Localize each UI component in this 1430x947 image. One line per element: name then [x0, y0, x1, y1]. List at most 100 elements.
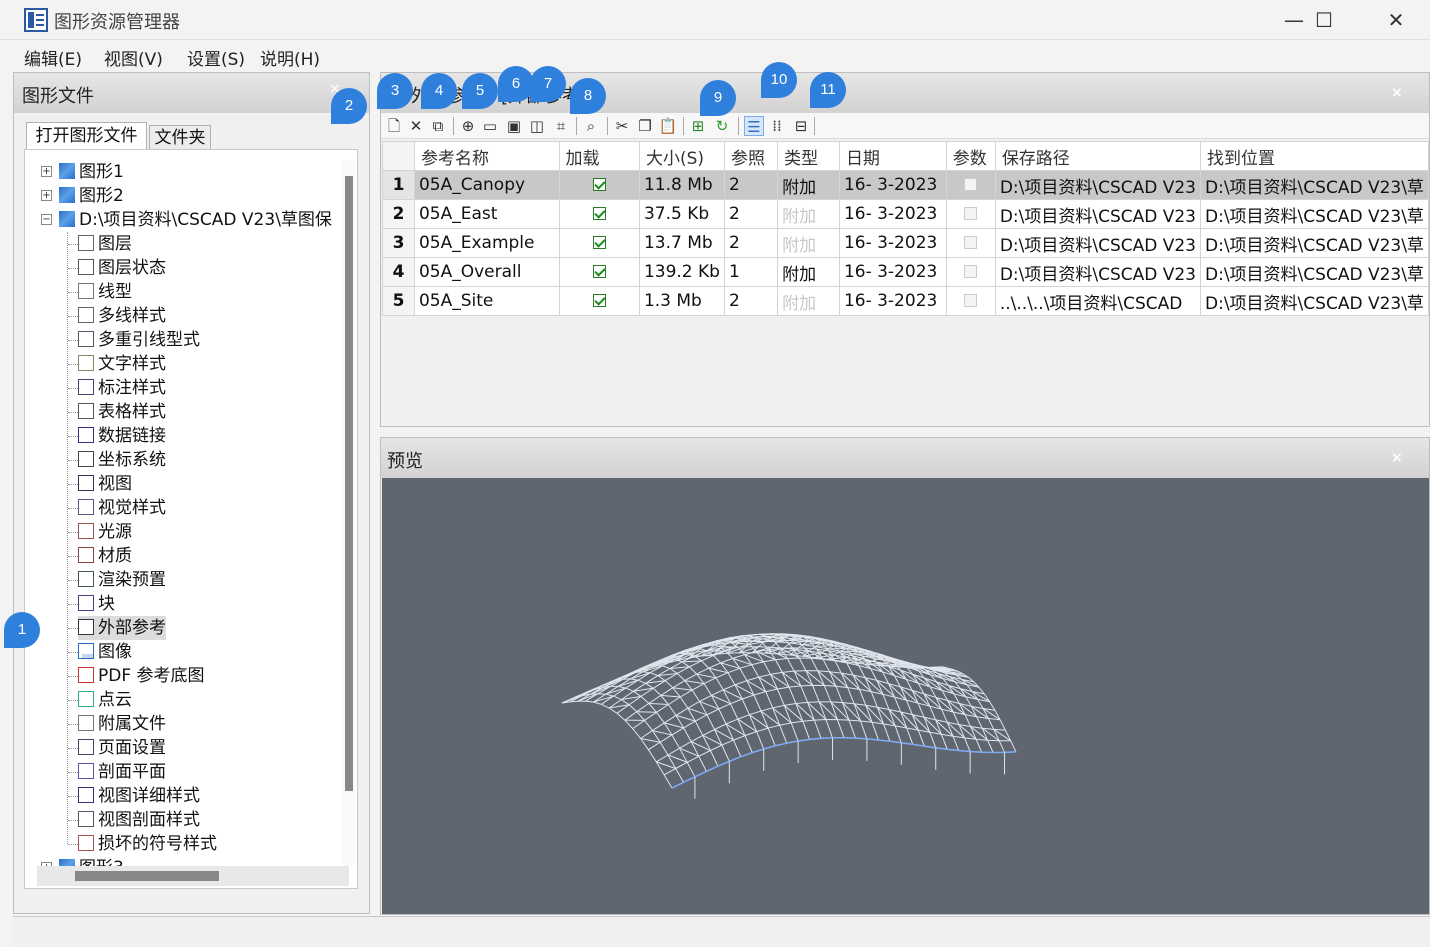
tab-folder[interactable]: 文件夹: [149, 125, 211, 150]
loaded-checkbox[interactable]: [592, 265, 606, 278]
xref-name-cell: 05A_Canopy: [413, 170, 560, 200]
column-header[interactable]: 类型: [777, 141, 840, 171]
tree-item-4[interactable]: 多线样式: [78, 304, 166, 328]
expand-toggle-icon[interactable]: +: [41, 166, 52, 177]
tree-item-10[interactable]: 坐标系统: [78, 448, 166, 472]
unload-icon[interactable]: ▭: [480, 116, 500, 136]
tree-item-22[interactable]: 页面设置: [78, 736, 166, 760]
loaded-checkbox[interactable]: [592, 178, 606, 191]
tree-item-21[interactable]: 附属文件: [78, 712, 166, 736]
panel-close-button[interactable]: ×: [1391, 450, 1403, 466]
new-icon[interactable]: 🗋: [384, 116, 404, 136]
preview-canvas[interactable]: [382, 478, 1429, 914]
menu-help[interactable]: 说明(H): [260, 45, 320, 70]
column-header[interactable]: 参考名称: [413, 141, 560, 171]
loaded-checkbox[interactable]: [592, 207, 606, 220]
list-view-icon[interactable]: ☰: [744, 116, 764, 136]
tree-label: 多线样式: [98, 306, 166, 326]
tree-item-17-icon: [78, 619, 94, 635]
params-checkbox[interactable]: [964, 207, 978, 220]
bind-icon[interactable]: ▣: [504, 116, 524, 136]
refresh-icon[interactable]: ↻: [712, 116, 732, 136]
tree-item-20[interactable]: 点云: [78, 688, 132, 712]
params-checkbox[interactable]: [964, 178, 978, 191]
cut-icon[interactable]: ✂: [612, 116, 632, 136]
expand-toggle-icon[interactable]: +: [41, 190, 52, 201]
tree-vertical-scrollbar[interactable]: [341, 160, 355, 866]
expand-toggle-icon[interactable]: −: [41, 214, 52, 225]
column-header[interactable]: 保存路径: [994, 141, 1202, 171]
tree-item-7[interactable]: 标注样式: [78, 376, 166, 400]
find-icon[interactable]: ⌕: [581, 116, 601, 136]
tree-horizontal-scrollbar[interactable]: [37, 866, 349, 886]
preview-panel: 预览 ×: [380, 437, 1430, 915]
tree-item-15-icon: [78, 571, 94, 587]
table-row[interactable]: 4 05A_Overall 139.2 Kb 1 附加 16- 3-2023 D:\项目资料…: [382, 257, 1429, 287]
drawing-node[interactable]: 图形3: [59, 856, 124, 866]
tab-open-drawings[interactable]: 打开图形文件: [26, 122, 147, 150]
size-cell: 37.5 Kb: [638, 199, 725, 229]
close-button[interactable]: ✕: [1366, 4, 1426, 36]
tree-label: 附属文件: [98, 714, 166, 734]
tree-item-13[interactable]: 光源: [78, 520, 132, 544]
tree-item-3[interactable]: 线型: [78, 280, 132, 304]
drawing-node[interactable]: 图形1: [59, 160, 124, 184]
tree-item-6[interactable]: 文字样式: [78, 352, 166, 376]
copy-icon[interactable]: ❐: [635, 116, 655, 136]
maximize-button[interactable]: ☐: [1294, 4, 1354, 36]
add-icon[interactable]: ⊞: [688, 116, 708, 136]
params-checkbox[interactable]: [964, 294, 978, 307]
tree-item-1[interactable]: 图层: [78, 232, 132, 256]
column-header[interactable]: 找到位置: [1200, 141, 1429, 171]
column-header[interactable]: 加载: [558, 141, 640, 171]
loaded-checkbox[interactable]: [592, 236, 606, 249]
delete-icon[interactable]: ✕: [406, 116, 426, 136]
table-row[interactable]: 3 05A_Example 13.7 Mb 2 附加 16- 3-2023 D:\项目资料\…: [382, 228, 1429, 258]
detach-icon[interactable]: ◫: [527, 116, 547, 136]
table-row[interactable]: 1 05A_Canopy 11.8 Mb 2 附加 16- 3-2023 D:\项目资料\C…: [382, 170, 1429, 200]
table-row[interactable]: 5 05A_Site 1.3 Mb 2 附加 16- 3-2023 ..\..\..\项目资…: [382, 286, 1429, 316]
tree-item-26[interactable]: 损坏的符号样式: [78, 832, 217, 856]
column-header[interactable]: 参照: [723, 141, 779, 171]
tree-item-18[interactable]: 图像: [78, 640, 132, 664]
open-xref-icon[interactable]: ⌗: [551, 116, 571, 136]
params-checkbox[interactable]: [964, 236, 978, 249]
panel-close-button[interactable]: ×: [1391, 85, 1403, 101]
tree-item-17[interactable]: 外部参考: [78, 616, 166, 640]
tree-item-19[interactable]: PDF 参考底图: [78, 664, 205, 688]
loaded-checkbox[interactable]: [592, 294, 606, 307]
paste-icon[interactable]: 📋: [658, 116, 678, 136]
tree-item-24[interactable]: 视图详细样式: [78, 784, 200, 808]
params-checkbox[interactable]: [964, 265, 978, 278]
copy-attach-icon[interactable]: ⧉: [428, 116, 448, 136]
callout-marker: 4: [421, 73, 457, 109]
icon-view-icon[interactable]: ⁞⁞: [767, 116, 787, 136]
tree-item-9[interactable]: 数据链接: [78, 424, 166, 448]
tree-item-24-icon: [78, 787, 94, 803]
tree-label: 视图详细样式: [98, 786, 200, 806]
table-row[interactable]: 2 05A_East 37.5 Kb 2 附加 16- 3-2023 D:\项目资料\CSC…: [382, 199, 1429, 229]
drawing-node[interactable]: D:\项目资料\CSCAD V23\草图保: [59, 208, 332, 232]
tree-item-16[interactable]: 块: [78, 592, 115, 616]
loaded-cell: [558, 286, 640, 316]
reload-icon[interactable]: ⊕: [458, 116, 478, 136]
menu-settings[interactable]: 设置(S): [187, 45, 245, 70]
tree-item-5[interactable]: 多重引线型式: [78, 328, 200, 352]
column-header[interactable]: 日期: [838, 141, 947, 171]
tree-item-8[interactable]: 表格样式: [78, 400, 166, 424]
tree-item-25[interactable]: 视图剖面样式: [78, 808, 200, 832]
tree-item-23[interactable]: 剖面平面: [78, 760, 166, 784]
tree-item-15[interactable]: 渲染预置: [78, 568, 166, 592]
menu-edit[interactable]: 编辑(E): [24, 45, 82, 70]
tree-item-11[interactable]: 视图: [78, 472, 132, 496]
drawing-node[interactable]: 图形2: [59, 184, 124, 208]
scroll-thumb[interactable]: [345, 176, 353, 791]
tree-item-14[interactable]: 材质: [78, 544, 132, 568]
tree-item-2[interactable]: 图层状态: [78, 256, 166, 280]
scroll-thumb[interactable]: [75, 871, 219, 881]
menu-view[interactable]: 视图(V): [104, 45, 163, 70]
tree-item-12[interactable]: 视觉样式: [78, 496, 166, 520]
column-header[interactable]: 大小(S): [638, 141, 725, 171]
column-header[interactable]: 参数: [945, 141, 996, 171]
tree-view-icon[interactable]: ⊟: [791, 116, 811, 136]
